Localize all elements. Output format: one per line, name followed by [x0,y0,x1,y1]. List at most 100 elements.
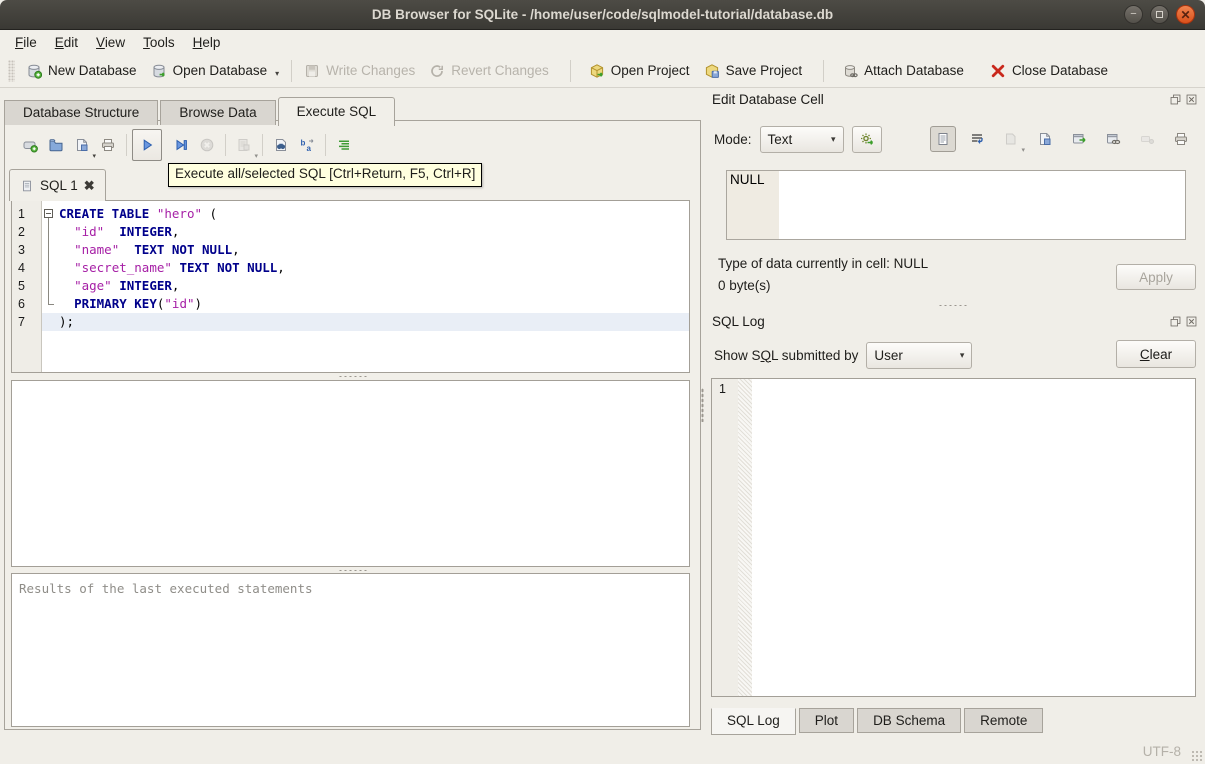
new-database-button[interactable]: New Database [19,58,144,84]
format-sql-button[interactable] [331,132,357,158]
maximize-button[interactable] [1150,5,1169,24]
vertical-splitter-handle[interactable] [701,388,704,422]
maximize-icon [1156,11,1163,18]
close-button[interactable]: ✕ [1176,5,1195,24]
execute-tooltip: Execute all/selected SQL [Ctrl+Return, F… [168,163,483,187]
splitter-handle[interactable] [938,304,968,307]
sql-document-icon [20,179,34,193]
tab-plot[interactable]: Plot [798,708,855,733]
menu-file[interactable]: File [6,32,46,53]
save-results-dropdown-icon: ▾ [254,153,258,160]
tab-db-schema[interactable]: DB Schema [857,708,962,733]
toolbar-drag-handle[interactable] [8,59,15,82]
link-data-button[interactable] [1100,126,1126,152]
save-project-icon [704,63,720,79]
attach-database-button[interactable]: Attach Database [835,58,971,84]
main-tab-bar: Database Structure Browse Data Execute S… [4,96,397,126]
export-data-button[interactable] [1032,126,1058,152]
save-sql-file-icon [74,137,90,153]
apply-button: Apply [1116,264,1196,290]
main-area: Database Structure Browse Data Execute S… [0,88,1205,738]
save-project-button[interactable]: Save Project [697,58,810,84]
tab-execute-sql[interactable]: Execute SQL [277,97,396,126]
resize-grip[interactable] [1191,750,1202,761]
minimize-button[interactable]: − [1124,5,1143,24]
submitted-by-select[interactable]: User ▾ [866,341,973,369]
code-line[interactable]: "age" INTEGER, [42,277,689,295]
toolbar-separator [225,134,226,156]
toolbar-separator [823,59,825,82]
open-database-dropdown-icon[interactable]: ▾ [275,69,279,78]
close-database-button[interactable]: Close Database [983,58,1115,84]
execute-current-line-button[interactable] [168,132,194,158]
mode-select[interactable]: Text ▾ [759,125,844,153]
tab-remote[interactable]: Remote [964,708,1044,733]
code-line[interactable]: ); [42,313,689,331]
code-line[interactable]: "id" INTEGER, [42,223,689,241]
sql-editor[interactable]: 1 2 3 4 5 6 7 CREATE TABLE "hero" ( "id" INTEG… [11,200,690,373]
text-mode-button[interactable] [930,126,956,152]
code-line[interactable]: "name" TEXT NOT NULL, [42,241,689,259]
set-null-icon [1139,131,1155,147]
right-dock: Edit Database Cell Mode: Text ▾ ▾ NULL T… [706,92,1200,735]
save-project-label: Save Project [725,63,803,78]
window-title: DB Browser for SQLite - /home/user/code/… [371,7,834,22]
word-wrap-button[interactable] [964,126,990,152]
code-line[interactable]: PRIMARY KEY("id") [42,295,689,313]
menu-view[interactable]: View [87,32,134,53]
save-results-button: ▾ [231,132,258,160]
encoding-indicator[interactable]: UTF-8 [1143,744,1181,759]
menu-help[interactable]: Help [184,32,230,53]
find-in-sql-button[interactable] [268,132,294,158]
open-sql-file-button[interactable] [43,132,69,158]
close-panel-icon[interactable] [1185,315,1198,328]
splitter-handle[interactable] [337,375,368,378]
execute-all-button[interactable] [132,129,162,161]
toolbar-separator [126,134,127,156]
close-sql-tab-icon[interactable]: ✖ [84,178,95,194]
fold-marker-icon[interactable] [44,209,53,218]
code-line[interactable]: CREATE TABLE "hero" ( [42,205,689,223]
import-data-button: ▾ [998,126,1025,154]
toolbar-separator [569,59,571,82]
tab-browse-data[interactable]: Browse Data [160,100,276,125]
attach-database-icon [842,63,858,79]
sql-log-view[interactable]: 1 [711,378,1196,697]
editor-code[interactable]: CREATE TABLE "hero" ( "id" INTEGER, "nam… [42,201,689,372]
save-results-icon [236,137,252,153]
close-panel-icon[interactable] [1185,93,1198,106]
save-file-icon [1037,131,1053,147]
auto-apply-button[interactable] [851,125,882,153]
open-in-external-button[interactable] [1066,126,1092,152]
print-icon [1173,131,1189,147]
sql-file-tab[interactable]: SQL 1 ✖ [9,169,106,201]
save-sql-file-button[interactable]: ▾ [69,132,96,160]
sql-log-filter-row: Show SQL submitted by User ▾ [714,340,973,370]
execute-sql-pane: ▾ ▾ ba Execute all/selected SQL [Ctrl+Re… [4,120,701,730]
float-panel-icon[interactable] [1169,315,1182,328]
print-sql-button[interactable] [95,132,121,158]
write-changes-icon [304,63,320,79]
line-number: 3 [18,243,25,257]
cell-value-editor[interactable]: NULL [726,170,1186,240]
svg-text:a: a [307,144,312,153]
new-sql-tab-button[interactable] [17,132,43,158]
open-database-button[interactable]: Open Database ▾ [144,58,287,84]
line-number: 1 [18,207,25,221]
menu-edit[interactable]: Edit [46,32,87,53]
print-cell-button[interactable] [1168,126,1194,152]
menu-bar: File Edit View Tools Help [0,30,1205,54]
attach-database-label: Attach Database [864,63,964,78]
code-line[interactable]: "secret_name" TEXT NOT NULL, [42,259,689,277]
float-panel-icon[interactable] [1169,93,1182,106]
tab-sql-log[interactable]: SQL Log [711,708,796,735]
results-message-pane[interactable]: Results of the last executed statements [11,573,690,727]
results-table-pane[interactable] [11,380,690,567]
set-null-button [1134,126,1160,152]
open-project-button[interactable]: Open Project [582,58,697,84]
clear-log-button[interactable]: Clear [1116,340,1196,368]
tab-database-structure[interactable]: Database Structure [4,100,159,125]
splitter-handle[interactable] [337,569,368,572]
replace-in-sql-button[interactable]: ba [294,132,320,158]
menu-tools[interactable]: Tools [134,32,184,53]
